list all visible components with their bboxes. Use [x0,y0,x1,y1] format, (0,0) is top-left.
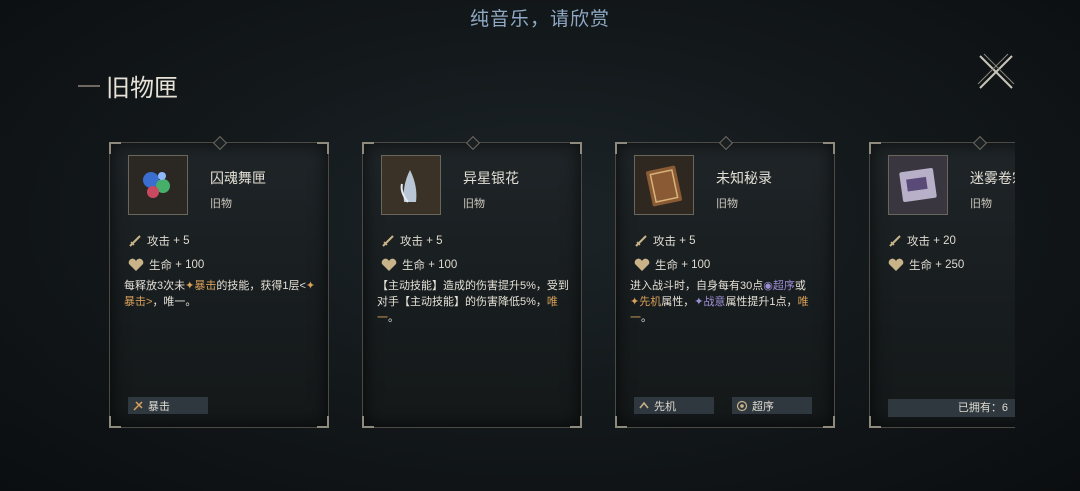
hp-stat: 生命 + 100 [128,257,204,273]
heart-icon [888,258,904,271]
item-type: 旧物 [970,198,992,210]
banner-text: 纯音乐，请欣赏 [469,9,610,30]
item-icon-book [634,155,694,215]
card-clip-area: 迷雾卷宗 旧物 攻击 + 20 生命 + 250 已拥有：6 [865,130,1015,440]
title-decoration [78,84,100,87]
item-icon-silver-flower [381,155,441,215]
attack-stat: 攻击 + 5 [381,233,443,249]
item-icon-gem-box [128,155,188,215]
silver-flower-icon [382,156,440,214]
tag-overorder: 超序 [732,397,812,414]
sword-icon [635,235,647,247]
item-description: 【主动技能】造成的伤害提升5%，受到对手【主动技能】的伤害降低5%，唯一。 [377,280,569,324]
page-title: 旧物匣 [106,74,178,102]
initiative-icon [639,401,649,408]
heart-icon [381,258,397,271]
item-description: 进入战斗时，自身每有30点◉超序或 ✦先机属性，✦战意属性提升1点，唯一。 [630,280,809,324]
heart-icon [128,258,144,271]
attack-stat: 攻击 + 5 [634,233,696,249]
crit-icon [133,400,143,411]
sword-icon [889,235,901,247]
hp-stat: 生命 + 250 [888,257,964,273]
hp-stat: 生命 + 100 [381,257,457,273]
heart-icon [634,258,650,271]
tag-initiative: 先机 [634,397,714,414]
close-icon [977,53,1015,89]
attack-stat: 攻击 + 20 [888,233,956,249]
scroll-icon [889,156,947,214]
book-icon [635,156,693,214]
overorder-icon [736,400,748,411]
close-button[interactable] [974,50,1018,94]
attack-stat: 攻击 + 5 [128,233,190,249]
item-name: 异星银花 [463,170,519,186]
item-type: 旧物 [463,198,485,210]
sword-icon [382,235,394,247]
relic-card-1[interactable]: 囚魂舞匣 旧物 攻击 + 5 生命 + 100 每释放3次未✦暴击的技能，获得1… [109,142,329,428]
hp-stat: 生命 + 100 [634,257,710,273]
item-icon-scroll [888,155,948,215]
relic-card-3[interactable]: 未知秘录 旧物 攻击 + 5 生命 + 100 进入战斗时，自身每有30点◉超序… [615,142,835,428]
tag-crit: 暴击 [128,397,208,414]
item-name: 迷雾卷宗 [970,170,1015,186]
item-description: 每释放3次未✦暴击的技能，获得1层<✦暴击>，唯一。 [124,280,316,308]
item-name: 未知秘录 [716,170,772,186]
sword-icon [129,235,141,247]
item-name: 囚魂舞匣 [210,170,266,186]
owned-count: 已拥有：6 [888,399,1015,417]
relic-card-2[interactable]: 异星银花 旧物 攻击 + 5 生命 + 100 【主动技能】造成的伤害提升5%，… [362,142,582,428]
page-header: 旧物匣 [78,68,178,103]
item-type: 旧物 [716,198,738,210]
item-type: 旧物 [210,198,232,210]
relic-card-4[interactable]: 迷雾卷宗 旧物 攻击 + 20 生命 + 250 已拥有：6 [869,142,1015,428]
gem-box-icon [129,156,187,214]
